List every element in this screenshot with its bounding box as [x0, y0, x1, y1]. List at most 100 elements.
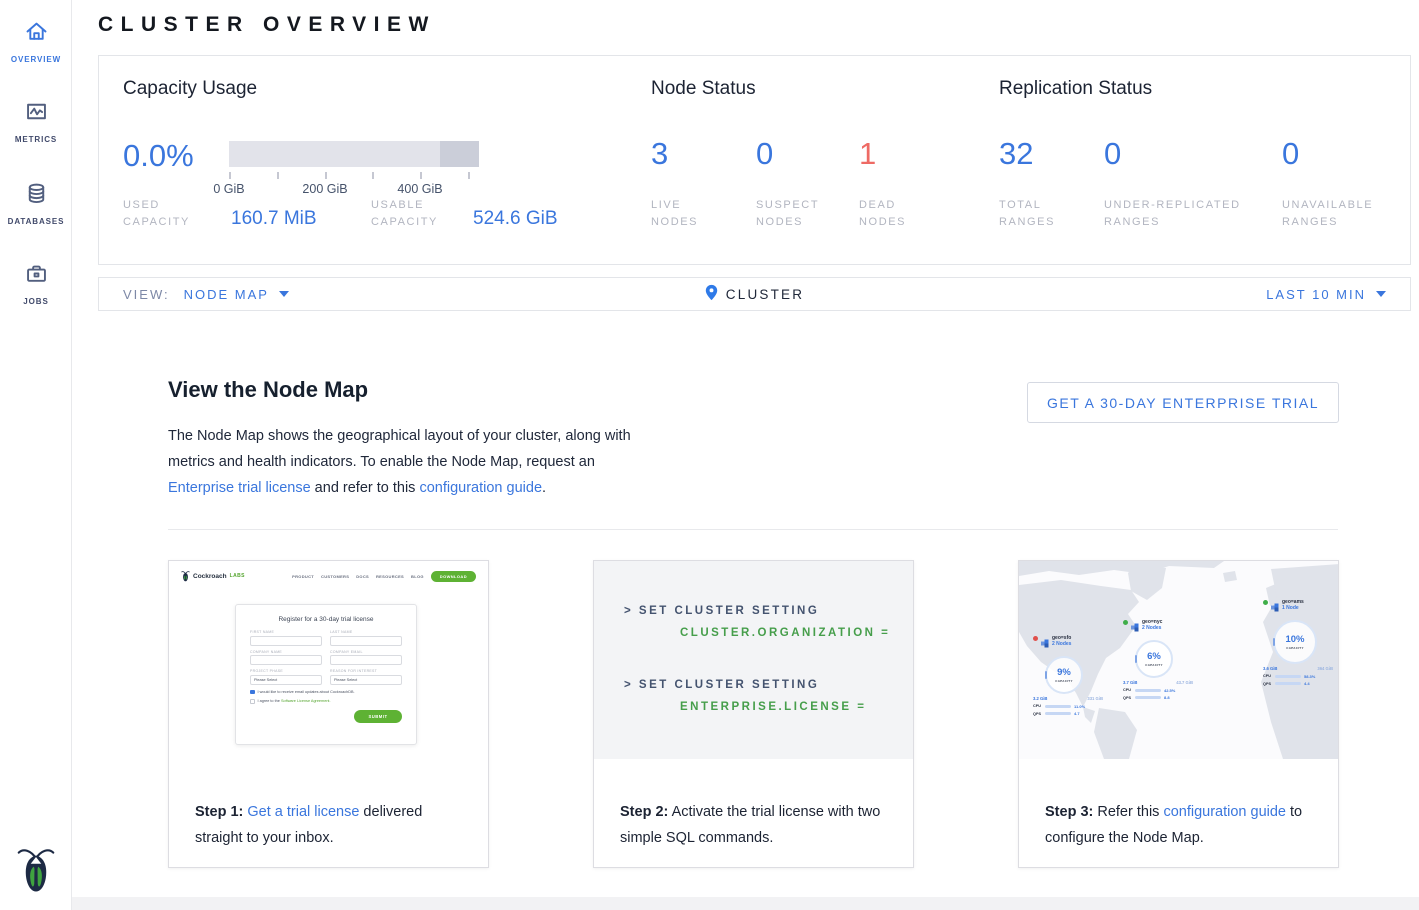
company-name-field: [250, 655, 322, 665]
gauge-tick: [325, 172, 327, 179]
gauge-tick-label: 200 GiB: [302, 182, 347, 196]
site-nav-item: PRODUCT: [292, 574, 314, 579]
used-capacity-label: USED CAPACITY: [123, 197, 190, 231]
under-replicated-ranges-value: 0: [1104, 138, 1121, 170]
status-dot-icon: [1033, 636, 1038, 641]
node-map-heading: View the Node Map: [168, 377, 368, 403]
briefcase-icon: [23, 274, 50, 291]
metrics-icon: [23, 112, 50, 129]
sidebar-item-databases[interactable]: DATABASES: [0, 180, 72, 226]
sidebar-item-label: METRICS: [0, 135, 72, 144]
site-nav-item: BLOG: [411, 574, 424, 579]
project-phase-select: Please Select: [250, 675, 322, 685]
node-cube-icon: [1041, 635, 1050, 653]
gauge-tick-label: 400 GiB: [397, 182, 442, 196]
sidebar-item-jobs[interactable]: JOBS: [0, 260, 72, 306]
geo-widget-sfo: geo=sfo 2 Nodes 9% CAPACITY 3.2 GiB 331 …: [1033, 635, 1115, 716]
dead-nodes-label: DEAD NODES: [859, 197, 906, 231]
site-nav-item: DOCS: [356, 574, 369, 579]
gauge-tick: [277, 172, 279, 179]
database-icon: [23, 194, 50, 211]
usable-capacity-label: USABLE CAPACITY: [371, 197, 438, 231]
cockroach-labs-logo: [16, 845, 56, 893]
capacity-usage-title: Capacity Usage: [123, 78, 257, 100]
status-dot-icon: [1123, 620, 1128, 625]
checkbox-checked-icon: [250, 690, 255, 695]
last-name-field: [330, 636, 402, 646]
unavailable-ranges-label: UNAVAILABLE RANGES: [1282, 197, 1373, 231]
trial-license-site-screenshot: Cockroach LABS PRODUCT CUSTOMERS DOCS RE…: [169, 561, 488, 759]
page-bottom-strip: [0, 897, 1419, 910]
sidebar-item-overview[interactable]: OVERVIEW: [0, 18, 72, 64]
site-download-button: DOWNLOAD: [431, 571, 476, 582]
replication-status-title: Replication Status: [999, 78, 1152, 100]
used-capacity-value: 160.7 MiB: [231, 208, 317, 230]
unavailable-ranges-value: 0: [1282, 138, 1299, 170]
site-nav-item: CUSTOMERS: [321, 574, 349, 579]
cluster-summary-panel: Capacity Usage 0.0% 0 GiB 200 GiB 400 Gi…: [98, 55, 1411, 265]
page-title: CLUSTER OVERVIEW: [98, 13, 436, 37]
step1-card: Cockroach LABS PRODUCT CUSTOMERS DOCS RE…: [168, 560, 489, 868]
home-icon: [23, 32, 50, 49]
live-nodes-value: 3: [651, 138, 668, 170]
reason-for-interest-select: Please Select: [330, 675, 402, 685]
configuration-guide-link[interactable]: configuration guide: [419, 480, 542, 496]
step3-caption: Step 3: Refer this configuration guide t…: [1019, 759, 1338, 851]
get-trial-license-link[interactable]: Get a trial license: [247, 804, 359, 820]
sql-command-2: > SET CLUSTER SETTING: [624, 679, 913, 691]
gauge-tick: [372, 172, 374, 179]
configuration-guide-link[interactable]: configuration guide: [1163, 804, 1286, 820]
node-status-title: Node Status: [651, 78, 756, 100]
sidebar-item-metrics[interactable]: METRICS: [0, 98, 72, 144]
first-name-field: [250, 636, 322, 646]
breadcrumb[interactable]: CLUSTER: [99, 284, 1410, 304]
step1-caption: Step 1: Get a trial license delivered st…: [169, 759, 488, 851]
sql-command-1-arg: CLUSTER.ORGANIZATION =: [680, 627, 913, 639]
enterprise-trial-license-link[interactable]: Enterprise trial license: [168, 480, 311, 496]
sql-command-1: > SET CLUSTER SETTING: [624, 605, 913, 617]
capacity-gauge: 0 GiB 200 GiB 400 GiB: [229, 141, 479, 167]
company-email-field: [330, 655, 402, 665]
geo-widget-nyc: geo=nyc 2 Nodes 6% CAPACITY 3.7 GiB 43.7…: [1123, 619, 1205, 700]
capacity-donut: 9% CAPACITY: [1045, 656, 1083, 694]
view-bar: VIEW: NODE MAP CLUSTER LAST 10 MIN: [98, 277, 1411, 311]
section-divider: [168, 529, 1338, 530]
license-agreement-checkbox-row: I agree to the Software License Agreemen…: [250, 699, 402, 704]
breadcrumb-label: CLUSTER: [726, 287, 804, 302]
suspect-nodes-value: 0: [756, 138, 773, 170]
status-dot-icon: [1263, 600, 1268, 605]
sidebar: OVERVIEW METRICS DATABASES: [0, 0, 72, 910]
main-content: CLUSTER OVERVIEW Capacity Usage 0.0% 0 G…: [72, 0, 1419, 897]
map-pin-icon: [705, 284, 718, 304]
capacity-gauge-reserved: [440, 141, 479, 167]
gauge-tick: [420, 172, 422, 179]
cockroach-labs-mini-logo: Cockroach LABS: [181, 570, 245, 582]
total-ranges-label: TOTAL RANGES: [999, 197, 1055, 231]
step2-caption: Step 2: Activate the trial license with …: [594, 759, 913, 851]
email-updates-checkbox-row: I would like to receive email updates ab…: [250, 690, 402, 695]
gauge-tick: [468, 172, 470, 179]
suspect-nodes-label: SUSPECT NODES: [756, 197, 819, 231]
enterprise-trial-button[interactable]: GET A 30-DAY ENTERPRISE TRIAL: [1027, 382, 1339, 423]
submit-button: SUBMIT: [354, 710, 402, 723]
cpu-sparkline: [1045, 705, 1071, 708]
under-replicated-ranges-label: UNDER-REPLICATED RANGES: [1104, 197, 1241, 231]
checkbox-icon: [250, 699, 255, 704]
qps-sparkline: [1045, 712, 1071, 715]
step2-card: > SET CLUSTER SETTING CLUSTER.ORGANIZATI…: [593, 560, 914, 868]
capacity-used-percent: 0.0%: [123, 138, 194, 174]
sql-commands-snippet: > SET CLUSTER SETTING CLUSTER.ORGANIZATI…: [594, 561, 913, 759]
usable-capacity-value: 524.6 GiB: [473, 208, 558, 230]
sidebar-item-label: DATABASES: [0, 217, 72, 226]
node-cube-icon: [1131, 619, 1140, 637]
site-nav-item: RESOURCES: [376, 574, 404, 579]
qps-sparkline: [1135, 696, 1161, 699]
step3-card: geo=sfo 2 Nodes 9% CAPACITY 3.2 GiB 331 …: [1018, 560, 1339, 868]
gauge-tick-label: 0 GiB: [213, 182, 244, 196]
sidebar-item-label: OVERVIEW: [0, 55, 72, 64]
geo-widget-ams: geo=ams 1 Node 10% CAPACITY 3.6 GiB 364 …: [1263, 599, 1338, 686]
live-nodes-label: LIVE NODES: [651, 197, 698, 231]
qps-sparkline: [1275, 682, 1301, 685]
cpu-sparkline: [1275, 675, 1301, 678]
sql-command-2-arg: ENTERPRISE.LICENSE =: [680, 701, 913, 713]
